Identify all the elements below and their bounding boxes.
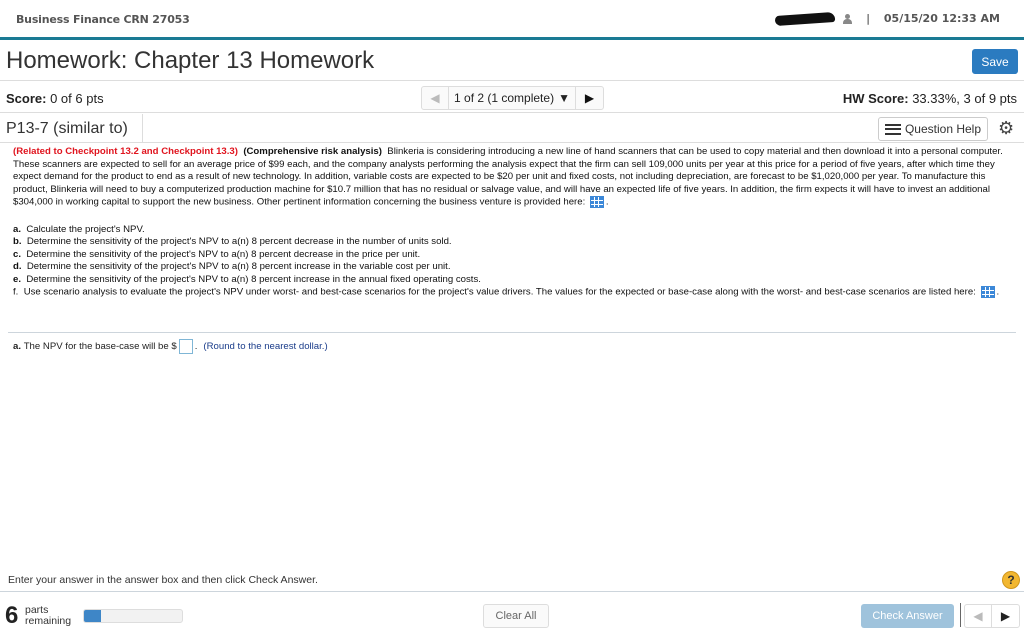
separator: | [866, 12, 870, 25]
question-position: 1 of 2 (1 complete) [454, 91, 555, 105]
instructions: Enter your answer in the answer box and … [8, 574, 318, 586]
question-help-button[interactable]: Question Help [878, 117, 988, 141]
next-question-button[interactable]: ▶ [576, 87, 603, 109]
question-help-label: Question Help [904, 122, 982, 136]
triangle-right-icon: ▶ [1000, 609, 1011, 623]
answer-suffix: . [194, 341, 198, 352]
hw-score: HW Score: 33.33%, 3 of 9 pts [843, 91, 1017, 106]
answer-hint: (Round to the nearest dollar.) [203, 341, 328, 352]
course-name: Business Finance CRN 27053 [16, 13, 190, 26]
score-bar: Score: 0 of 6 pts ◀ 1 of 2 (1 complete) ▼… [0, 82, 1024, 113]
answer-letter: a. [13, 341, 22, 352]
answer-prompt: The NPV for the base-case will be $ [23, 341, 177, 352]
question-body: (Related to Checkpoint 13.2 and Checkpoi… [13, 146, 1013, 300]
save-button[interactable]: Save [972, 49, 1018, 74]
bottom-nav: ◀ ▶ [964, 604, 1020, 628]
progress-fill [84, 610, 101, 622]
caret-down-icon: ▼ [558, 91, 570, 105]
score-value: 0 of 6 pts [50, 91, 104, 106]
triangle-right-icon: ▶ [584, 91, 595, 105]
bottom-next-button[interactable]: ▶ [992, 605, 1019, 627]
footer-divider [0, 591, 1024, 592]
answer-row: a. The NPV for the base-case will be $ .… [13, 339, 328, 354]
gear-icon[interactable]: ⚙ [998, 119, 1014, 137]
related-checkpoints: (Related to Checkpoint 13.2 and Checkpoi… [13, 146, 238, 157]
data-table-icon[interactable] [589, 196, 604, 209]
score: Score: 0 of 6 pts [6, 91, 104, 106]
parts-remaining-label: parts remaining [25, 604, 72, 627]
button-separator [960, 603, 961, 627]
question-id: P13-7 (similar to) [0, 114, 143, 143]
previous-question-button[interactable]: ◀ [422, 87, 449, 109]
npv-answer-input[interactable] [178, 339, 193, 354]
title-bar: Homework: Chapter 13 Homework Save [0, 43, 1024, 81]
triangle-left-icon: ◀ [430, 91, 440, 105]
page-title: Homework: Chapter 13 Homework [6, 47, 375, 74]
user-area: | 05/15/20 12:33 AM [774, 11, 1000, 26]
datetime: 05/15/20 12:33 AM [883, 12, 1000, 25]
divider [8, 332, 1016, 333]
user-icon[interactable] [843, 13, 853, 24]
hw-score-value: 33.33%, 3 of 9 pts [912, 91, 1017, 106]
score-label: Score: [6, 91, 47, 106]
check-answer-button[interactable]: Check Answer [861, 604, 954, 628]
part-item: e. Determine the sensitivity of the proj… [13, 273, 481, 285]
list-icon [884, 123, 901, 135]
part-item: b. Determine the sensitivity of the proj… [13, 236, 452, 248]
hw-score-label: HW Score: [842, 91, 909, 106]
redacted-username [774, 11, 836, 26]
question-pager: ◀ 1 of 2 (1 complete) ▼ ▶ [421, 86, 604, 110]
part-item: c. Determine the sensitivity of the proj… [13, 248, 421, 260]
question-topic: (Comprehensive risk analysis) [243, 146, 382, 157]
parts-progress-bar [83, 609, 183, 623]
help-icon[interactable]: ? [1002, 571, 1020, 589]
question-select-dropdown[interactable]: 1 of 2 (1 complete) ▼ [449, 87, 576, 109]
triangle-left-icon: ◀ [973, 609, 983, 623]
scenario-table-icon[interactable] [980, 286, 995, 299]
bottom-previous-button[interactable]: ◀ [965, 605, 992, 627]
part-item: d. Determine the sensitivity of the proj… [13, 261, 451, 273]
question-parts: a. Calculate the project's NPV. b. Deter… [13, 224, 1013, 300]
clear-all-button[interactable]: Clear All [483, 604, 549, 628]
question-statement: (Related to Checkpoint 13.2 and Checkpoi… [13, 146, 1003, 209]
parts-remaining-count: 6 [5, 602, 19, 629]
top-bar: Business Finance CRN 27053 | 05/15/20 12… [0, 0, 1024, 40]
question-bar: P13-7 (similar to) Question Help ⚙ [0, 114, 1024, 143]
part-item: a. Calculate the project's NPV. [13, 223, 145, 235]
part-item: f. Use scenario analysis to evaluate the… [13, 286, 1000, 299]
